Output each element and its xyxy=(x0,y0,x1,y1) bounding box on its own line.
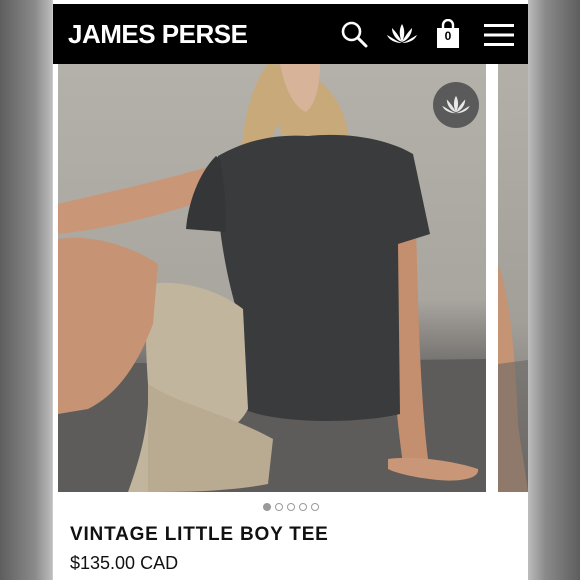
hamburger-menu-icon[interactable] xyxy=(484,24,514,46)
lotus-icon[interactable] xyxy=(386,22,418,46)
mobile-page: JAMES PERSE 0 VINTAGE LITTLE BOY TEE $13… xyxy=(53,0,528,580)
shopping-bag-icon[interactable]: 0 xyxy=(435,19,461,49)
carousel-dot[interactable] xyxy=(298,503,307,511)
product-title: VINTAGE LITTLE BOY TEE xyxy=(70,524,329,545)
product-image-carousel[interactable] xyxy=(53,64,528,492)
carousel-dot[interactable] xyxy=(262,503,271,511)
brand-logo[interactable]: JAMES PERSE xyxy=(68,19,248,50)
next-slide-preview[interactable] xyxy=(498,64,528,492)
carousel-dot[interactable] xyxy=(310,503,319,511)
cart-count: 0 xyxy=(444,29,452,43)
carousel-dot[interactable] xyxy=(274,503,283,511)
site-header: JAMES PERSE 0 xyxy=(53,4,528,64)
carousel-dot[interactable] xyxy=(286,503,295,511)
product-price: $135.00 CAD xyxy=(70,553,179,573)
product-image[interactable] xyxy=(58,64,486,492)
search-icon[interactable] xyxy=(340,20,368,48)
carousel-pagination xyxy=(53,503,528,511)
lotus-badge-icon xyxy=(433,82,479,128)
